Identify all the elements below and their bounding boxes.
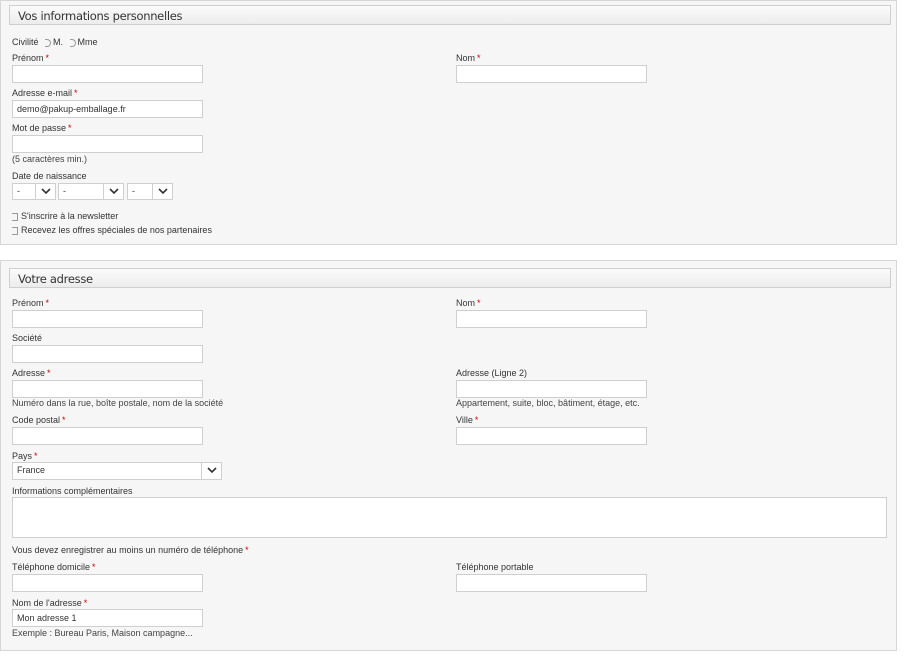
address1-hint: Numéro dans la rue, boîte postale, nom d… [12,398,224,408]
lastname-label-wrap: Nom * [456,53,481,63]
civility-mr-label: M. [53,37,64,47]
postcode-label: Code postal [12,415,61,425]
birth-month-value: - [63,186,66,196]
phone-label: Téléphone domicile [12,562,91,572]
addr-firstname-label: Prénom [12,298,44,308]
address-header: Votre adresse [9,268,891,288]
city-label-wrap: Ville * [456,415,478,425]
addr-firstname-label-wrap: Prénom * [12,298,49,308]
address2-hint: Appartement, suite, bloc, bâtiment, étag… [456,398,640,408]
personal-info-panel: Vos informations personnelles Civilité M… [0,0,897,245]
required-mark: * [62,415,66,425]
chevron-down-icon[interactable] [103,184,123,199]
mobile-label: Téléphone portable [456,562,534,572]
email-label-wrap: Adresse e-mail * [12,88,78,98]
addr-lastname-label-wrap: Nom * [456,298,481,308]
address2-input[interactable] [456,380,647,398]
addr-lastname-label: Nom [456,298,476,308]
alias-value: Mon adresse 1 [17,613,77,623]
newsletter-option[interactable]: S'inscrire à la newsletter [12,211,118,221]
required-mark: * [477,298,481,308]
alias-input[interactable]: Mon adresse 1 [12,609,203,627]
checkbox-icon[interactable] [12,212,18,221]
partners-option[interactable]: Recevez les offres spéciales de nos part… [12,225,212,235]
lastname-label: Nom [456,53,476,63]
lastname-input[interactable] [456,65,647,83]
address1-label-wrap: Adresse * [12,368,51,378]
birth-year-select[interactable]: - [127,183,173,200]
personal-info-header: Vos informations personnelles [9,5,891,25]
country-select[interactable]: France [12,462,222,480]
alias-label-wrap: Nom de l'adresse * [12,598,87,608]
alias-label: Nom de l'adresse [12,598,82,608]
birth-day-select[interactable]: - [12,183,56,200]
addr-firstname-input[interactable] [12,310,203,328]
chevron-down-icon[interactable] [35,184,55,199]
required-mark: * [245,545,249,555]
password-label: Mot de passe [12,123,67,133]
other-info-textarea[interactable] [12,497,887,538]
postcode-label-wrap: Code postal * [12,415,66,425]
chevron-down-icon[interactable] [201,463,221,479]
other-info-label: Informations complémentaires [12,486,133,496]
mobile-input[interactable] [456,574,647,592]
email-value: demo@pakup-emballage.fr [17,104,126,114]
checkbox-icon[interactable] [12,226,18,235]
postcode-input[interactable] [12,427,203,445]
phone-label-wrap: Téléphone domicile * [12,562,96,572]
civility-mrs-label: Mme [77,37,98,47]
chevron-down-icon[interactable] [152,184,172,199]
address1-input[interactable] [12,380,203,398]
birthdate-label: Date de naissance [12,171,87,181]
required-mark: * [83,598,88,608]
phone-notice: Vous devez enregistrer au moins un numér… [12,545,244,555]
radio-mr-icon[interactable] [45,38,52,47]
personal-info-title: Vos informations personnelles [18,9,183,23]
country-value: France [17,465,46,475]
address1-label: Adresse [12,368,46,378]
required-mark: * [45,53,50,63]
newsletter-label: S'inscrire à la newsletter [21,211,119,221]
email-label: Adresse e-mail [12,88,73,98]
required-mark: * [74,88,78,98]
required-mark: * [474,415,479,425]
partners-label: Recevez les offres spéciales de nos part… [21,225,212,235]
firstname-input[interactable] [12,65,203,83]
phone-notice-wrap: Vous devez enregistrer au moins un numér… [12,545,249,555]
addr-lastname-input[interactable] [456,310,647,328]
email-input[interactable]: demo@pakup-emballage.fr [12,100,203,118]
password-input[interactable] [12,135,203,153]
city-label: Ville [456,415,473,425]
firstname-label-wrap: Prénom * [12,53,49,63]
password-hint: (5 caractères min.) [12,154,88,164]
firstname-label: Prénom [12,53,44,63]
country-label: Pays [12,451,33,461]
civility-row: Civilité M. Mme [12,37,98,47]
civility-mr-option[interactable]: M. [45,37,63,47]
civility-label: Civilité [12,37,39,47]
required-mark: * [45,298,50,308]
required-mark: * [34,451,38,461]
city-input[interactable] [456,427,647,445]
required-mark: * [477,53,481,63]
address-panel: Votre adresse Prénom * Nom * Société Adres… [0,260,897,651]
required-mark: * [68,123,72,133]
address2-label: Adresse (Ligne 2) [456,368,528,378]
password-label-wrap: Mot de passe * [12,123,72,133]
required-mark: * [47,368,51,378]
company-label: Société [12,333,43,343]
address-title: Votre adresse [18,272,93,286]
country-label-wrap: Pays * [12,451,38,461]
birth-day-value: - [17,186,20,196]
alias-hint: Exemple : Bureau Paris, Maison campagne.… [12,628,193,638]
company-input[interactable] [12,345,203,363]
radio-mrs-icon[interactable] [69,38,76,47]
required-mark: * [92,562,96,572]
civility-mrs-option[interactable]: Mme [69,37,98,47]
phone-input[interactable] [12,574,203,592]
birth-year-value: - [132,186,135,196]
birth-month-select[interactable]: - [58,183,124,200]
